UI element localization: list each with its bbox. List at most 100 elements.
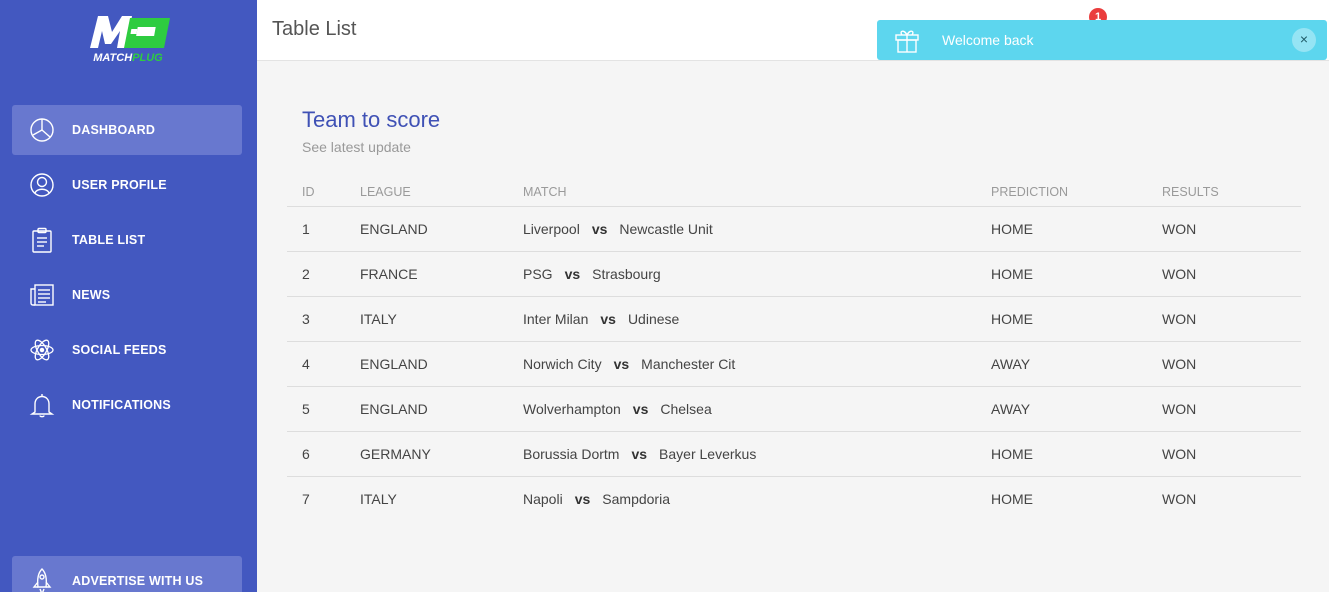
gift-icon (895, 30, 919, 53)
cell-match: Napoli vs Sampdoria (523, 477, 670, 522)
table-header: ID LEAGUE MATCH PREDICTION RESULTS (287, 176, 1301, 207)
sidebar-item-social-feeds[interactable]: SOCIAL FEEDS (12, 325, 242, 375)
vs-label: vs (564, 266, 581, 282)
cell-result: WON (1162, 266, 1197, 282)
cell-prediction: AWAY (991, 356, 1031, 372)
vs-label: vs (600, 311, 616, 327)
cell-result: WON (1162, 221, 1197, 237)
rocket-icon (32, 568, 52, 592)
table-body: 1 ENGLAND Liverpool vs Newcastle Unit HOME WON… (287, 207, 1301, 522)
table-row: 5 ENGLAND Wolverhampton vs Chelsea AWAY WON (287, 387, 1301, 432)
sidebar-item-dashboard[interactable]: DASHBOARD (12, 105, 242, 155)
table-row: 4 ENGLAND Norwich City vs Manchester Cit AWAY… (287, 342, 1301, 387)
logo-mark-icon (90, 16, 170, 48)
card-title: Team to score (302, 107, 441, 132)
sidebar-item-label: TABLE LIST (72, 233, 146, 247)
cell-league: GERMANY (360, 446, 431, 462)
cell-id: 1 (302, 221, 310, 237)
vs-label: vs (632, 401, 649, 417)
advertise-label: ADVERTISE WITH US (72, 574, 204, 588)
sidebar-item-news[interactable]: NEWS (12, 270, 242, 320)
column-header-league: LEAGUE (360, 185, 411, 199)
pie-chart-icon (30, 118, 54, 142)
cell-prediction: HOME (991, 266, 1033, 282)
column-header-id: ID (302, 185, 315, 199)
advertise-button[interactable]: ADVERTISE WITH US (12, 556, 242, 592)
cell-league: ENGLAND (360, 401, 428, 417)
vs-label: vs (631, 446, 648, 462)
cell-league: ENGLAND (360, 221, 428, 237)
cell-id: 3 (302, 311, 310, 327)
clipboard-icon (32, 227, 52, 253)
cell-league: ENGLAND (360, 356, 428, 372)
sidebar-item-label: DASHBOARD (72, 123, 156, 137)
column-header-match: MATCH (523, 185, 567, 199)
cell-match: PSG vs Strasbourg (523, 252, 661, 297)
away-team: Udinese (627, 311, 680, 327)
sidebar-item-user-profile[interactable]: USER PROFILE (12, 160, 242, 210)
cell-prediction: HOME (991, 491, 1033, 507)
cell-prediction: HOME (991, 221, 1033, 237)
table-row: 2 FRANCE PSG vs Strasbourg HOME WON (287, 252, 1301, 297)
cell-match: Norwich City vs Manchester Cit (523, 342, 735, 387)
sidebar-item-label: NEWS (72, 288, 111, 302)
table-row: 1 ENGLAND Liverpool vs Newcastle Unit HOME WON (287, 207, 1301, 252)
sidebar-nav: DASHBOARD USER PROFILE TABLE LIST NEWS S… (12, 105, 242, 435)
cell-league: ITALY (360, 311, 397, 327)
away-team: Strasbourg (592, 266, 661, 282)
cell-result: WON (1162, 311, 1197, 327)
cell-match: Borussia Dortm vs Bayer Leverkus (523, 432, 756, 477)
column-header-prediction: PREDICTION (991, 185, 1069, 199)
away-team: Newcastle Unit (619, 221, 713, 237)
table-row: 6 GERMANY Borussia Dortm vs Bayer Leverkus HO… (287, 432, 1301, 477)
cell-id: 7 (302, 491, 310, 507)
welcome-toast: Welcome back × (877, 20, 1327, 60)
cell-match: Liverpool vs Newcastle Unit (523, 207, 713, 252)
cell-result: WON (1162, 401, 1197, 417)
atom-icon (30, 339, 54, 361)
cell-id: 4 (302, 356, 310, 372)
cell-prediction: AWAY (991, 401, 1031, 417)
vs-label: vs (574, 491, 591, 507)
home-team: PSG (523, 266, 553, 282)
vs-label: vs (591, 221, 608, 237)
home-team: Liverpool (523, 221, 580, 237)
cell-result: WON (1162, 446, 1197, 462)
table-row: 7 ITALY Napoli vs Sampdoria HOME WON (287, 477, 1301, 522)
cell-match: Inter Milan vs Udinese (523, 297, 679, 342)
cell-prediction: HOME (991, 311, 1033, 327)
away-team: Manchester Cit (641, 356, 736, 372)
home-team: Inter Milan (523, 311, 589, 327)
sidebar-item-table-list[interactable]: TABLE LIST (12, 215, 242, 265)
sidebar-item-label: SOCIAL FEEDS (72, 343, 167, 357)
away-team: Bayer Leverkus (659, 446, 757, 462)
cell-league: FRANCE (360, 266, 418, 282)
toast-message: Welcome back (942, 32, 1034, 48)
cell-id: 5 (302, 401, 310, 417)
cell-result: WON (1162, 356, 1197, 372)
away-team: Chelsea (660, 401, 712, 417)
logo[interactable]: MATCHPLUG (80, 14, 180, 70)
sidebar-item-label: NOTIFICATIONS (72, 398, 171, 412)
column-header-results: RESULTS (1162, 185, 1219, 199)
bell-icon (29, 394, 55, 418)
home-team: Norwich City (523, 356, 602, 372)
cell-id: 2 (302, 266, 310, 282)
page-title: Table List (272, 18, 357, 40)
vs-label: vs (613, 356, 630, 372)
newspaper-icon (30, 284, 54, 306)
logo-text: MATCHPLUG (93, 52, 163, 64)
table-row: 3 ITALY Inter Milan vs Udinese HOME WON (287, 297, 1301, 342)
cell-league: ITALY (360, 491, 397, 507)
close-icon[interactable]: × (1292, 28, 1316, 52)
sidebar-item-notifications[interactable]: NOTIFICATIONS (12, 380, 242, 430)
away-team: Sampdoria (602, 491, 670, 507)
user-icon (30, 173, 54, 197)
home-team: Napoli (523, 491, 563, 507)
cell-id: 6 (302, 446, 310, 462)
home-team: Wolverhampton (523, 401, 621, 417)
cell-match: Wolverhampton vs Chelsea (523, 387, 712, 432)
sidebar: MATCHPLUG DASHBOARD USER PROFILE TABLE L… (0, 0, 257, 592)
card-subtitle: See latest update (302, 139, 411, 155)
cell-prediction: HOME (991, 446, 1033, 462)
